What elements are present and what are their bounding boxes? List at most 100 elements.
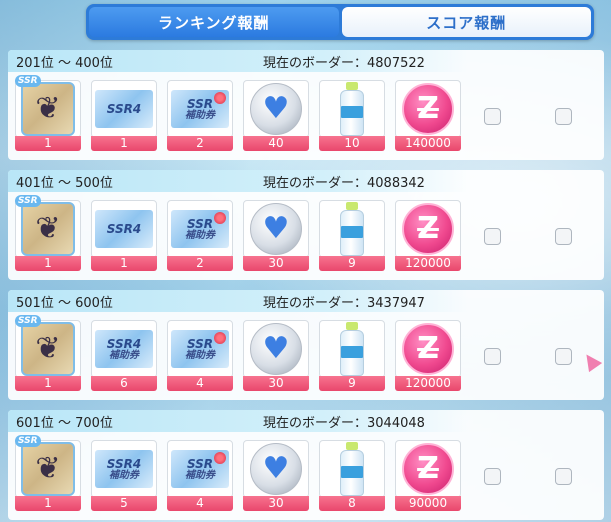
- reward-item-frame: [319, 320, 385, 378]
- reward-item-frame: ♥: [243, 80, 309, 138]
- rose-icon: [214, 212, 226, 224]
- reward-item[interactable]: SSR ❦ 1: [15, 75, 81, 152]
- ssr-4star-ticket-icon: SSR4: [95, 210, 153, 248]
- water-bottle-icon: [338, 442, 366, 496]
- ssr-badge: SSR: [15, 195, 41, 207]
- reward-count: 30: [243, 376, 309, 391]
- rank-range: 201位 〜 400位: [16, 56, 113, 71]
- reward-tabs: ランキング報酬 スコア報酬: [86, 4, 594, 40]
- reward-item[interactable]: Z 90000: [395, 440, 461, 512]
- reward-item[interactable]: SSR4 1: [91, 80, 157, 152]
- ticket-ssr-text: SSR: [186, 216, 214, 231]
- reward-item[interactable]: SSR 補助券 4: [167, 320, 233, 392]
- ssr-support-ticket-icon: SSR 補助券: [171, 210, 229, 248]
- reward-item[interactable]: SSR4 1: [91, 200, 157, 272]
- reward-count: 8: [319, 496, 385, 511]
- reward-item[interactable]: ♥ 30: [243, 200, 309, 272]
- tab-score-rewards[interactable]: スコア報酬: [341, 7, 591, 37]
- ticket-support-text: 補助券: [109, 349, 139, 361]
- reward-count: 30: [243, 496, 309, 511]
- reward-item-frame: Z: [395, 440, 461, 498]
- reward-count: 1: [15, 496, 81, 511]
- water-bottle-icon: [338, 82, 366, 136]
- reward-item[interactable]: SSR ❦ 1: [15, 315, 81, 392]
- butterfly-icon: ❦: [35, 211, 61, 246]
- butterfly-ssr-card-icon: SSR ❦: [15, 195, 75, 256]
- current-border: 現在のボーダー：3044048: [263, 416, 425, 431]
- ticket-star-text: 4: [132, 456, 142, 471]
- reward-item-frame: [319, 80, 385, 138]
- reward-item[interactable]: SSR4 補助券 5: [91, 440, 157, 512]
- empty-slot-checkbox[interactable]: [484, 228, 501, 245]
- reward-item-frame: ♥: [243, 320, 309, 378]
- reward-item-frame: SSR 補助券: [167, 80, 233, 138]
- reward-item-frame: SSR 補助券: [167, 320, 233, 378]
- rank-range: 501位 〜 600位: [16, 296, 113, 311]
- ticket-ssr-text: SSR: [186, 96, 214, 111]
- reward-count: 1: [15, 256, 81, 271]
- reward-item[interactable]: SSR4 補助券 6: [91, 320, 157, 392]
- tab-ranking-rewards[interactable]: ランキング報酬: [89, 7, 339, 37]
- reward-count: 9: [319, 256, 385, 271]
- reward-count: 2: [167, 256, 233, 271]
- reward-item-frame: SSR4 補助券: [91, 440, 157, 498]
- reward-tier-panel: 401位 〜 500位 現在のボーダー：4088342 SSR ❦ 1 SSR4…: [8, 170, 604, 280]
- empty-slot-checkbox[interactable]: [555, 228, 572, 245]
- ticket-ssr-text: SSR: [186, 336, 214, 351]
- reward-item[interactable]: ♥ 40: [243, 80, 309, 152]
- reward-count: 10: [319, 136, 385, 151]
- reward-item-frame: SSR 補助券: [167, 200, 233, 258]
- reward-item[interactable]: Z 120000: [395, 200, 461, 272]
- ticket-support-text: 補助券: [185, 109, 215, 121]
- reward-item[interactable]: Z 120000: [395, 320, 461, 392]
- current-border: 現在のボーダー：3437947: [263, 296, 425, 311]
- empty-slot-checkbox[interactable]: [484, 468, 501, 485]
- empty-slot-checkbox[interactable]: [555, 108, 572, 125]
- ssr-badge: SSR: [15, 75, 41, 87]
- rose-icon: [214, 452, 226, 464]
- reward-item[interactable]: SSR 補助券 2: [167, 80, 233, 152]
- reward-item[interactable]: 10: [319, 80, 385, 152]
- empty-slot-checkbox[interactable]: [484, 108, 501, 125]
- tier-header: 601位 〜 700位 現在のボーダー：3044048: [8, 410, 468, 432]
- reward-item[interactable]: 8: [319, 440, 385, 512]
- reward-item-frame: SSR 補助券: [167, 440, 233, 498]
- reward-count: 120000: [395, 376, 461, 391]
- reward-count: 1: [91, 136, 157, 151]
- reward-item[interactable]: ♥ 30: [243, 320, 309, 392]
- reward-item-frame: SSR ❦: [15, 435, 81, 498]
- reward-item[interactable]: ♥ 30: [243, 440, 309, 512]
- ssr-4star-support-ticket-icon: SSR4 補助券: [95, 450, 153, 488]
- reward-count: 6: [91, 376, 157, 391]
- reward-item[interactable]: SSR ❦ 1: [15, 435, 81, 512]
- reward-items: SSR ❦ 1 SSR4 1 SSR 補助券 2 ♥ 30 9 Z 120000: [15, 195, 605, 276]
- reward-item-frame: Z: [395, 80, 461, 138]
- ticket-ssr-text: SSR: [186, 456, 214, 471]
- reward-item-frame: SSR ❦: [15, 75, 81, 138]
- reward-count: 5: [91, 496, 157, 511]
- rank-range: 401位 〜 500位: [16, 176, 113, 191]
- water-bottle-icon: [338, 322, 366, 376]
- reward-item[interactable]: SSR 補助券 4: [167, 440, 233, 512]
- reward-item[interactable]: 9: [319, 200, 385, 272]
- rank-range: 601位 〜 700位: [16, 416, 113, 431]
- reward-item[interactable]: Z 140000: [395, 80, 461, 152]
- ticket-support-text: 補助券: [185, 229, 215, 241]
- tier-header: 401位 〜 500位 現在のボーダー：4088342: [8, 170, 468, 192]
- empty-slot-checkbox[interactable]: [555, 348, 572, 365]
- reward-item[interactable]: 9: [319, 320, 385, 392]
- reward-item-frame: SSR4: [91, 200, 157, 258]
- reward-item[interactable]: SSR ❦ 1: [15, 195, 81, 272]
- reward-items: SSR ❦ 1 SSR4 1 SSR 補助券 2 ♥ 40 10 Z 14000…: [15, 75, 605, 156]
- tier-header: 501位 〜 600位 現在のボーダー：3437947: [8, 290, 468, 312]
- rose-icon: [214, 92, 226, 104]
- ticket-ssr-text: SSR: [106, 102, 133, 116]
- empty-slot-checkbox[interactable]: [484, 348, 501, 365]
- reward-item[interactable]: SSR 補助券 2: [167, 200, 233, 272]
- reward-count: 4: [167, 376, 233, 391]
- reward-tier-panel: 201位 〜 400位 現在のボーダー：4807522 SSR ❦ 1 SSR4…: [8, 50, 604, 160]
- ticket-support-text: 補助券: [185, 349, 215, 361]
- ssr-4star-ticket-icon: SSR4: [95, 90, 153, 128]
- ticket-ssr-text: SSR: [106, 456, 133, 471]
- empty-slot-checkbox[interactable]: [555, 468, 572, 485]
